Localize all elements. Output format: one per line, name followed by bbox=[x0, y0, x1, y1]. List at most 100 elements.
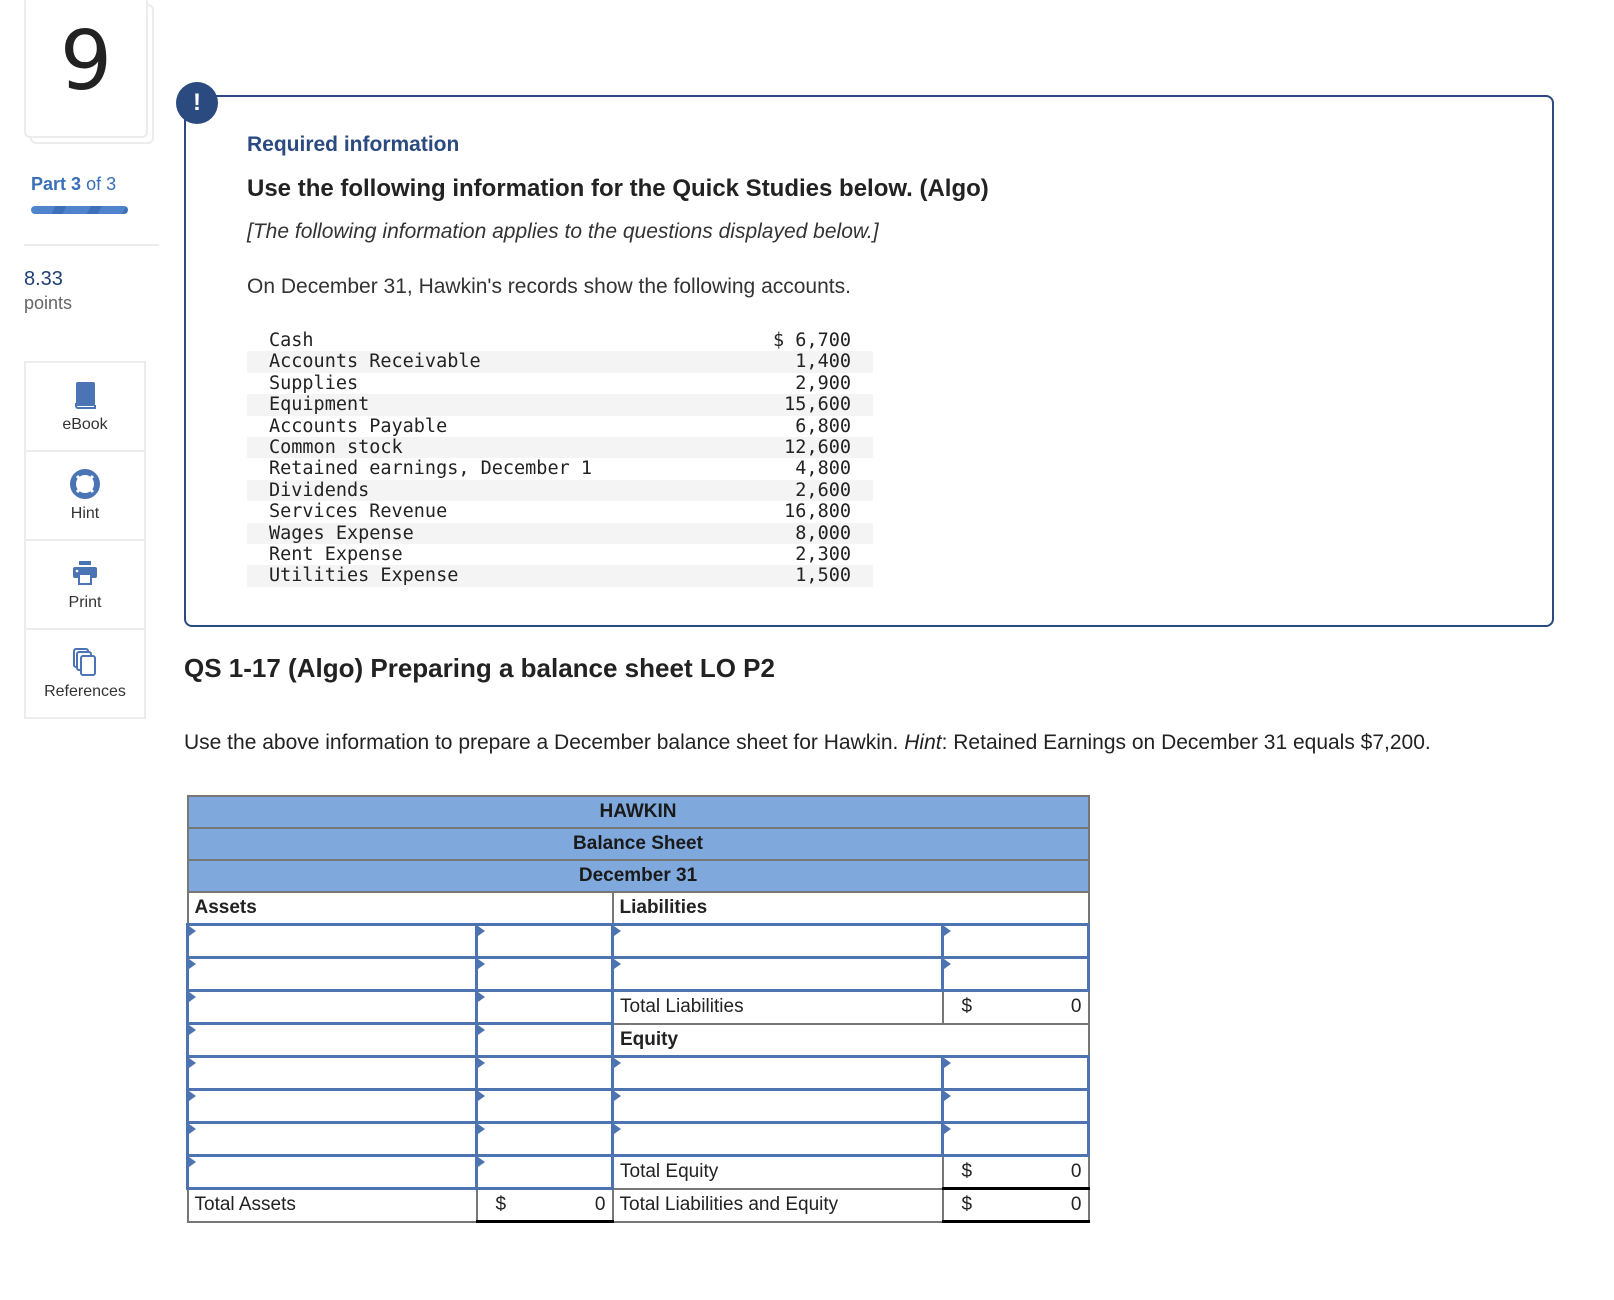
total-liabilities-equity-value: $0 bbox=[941, 1187, 1090, 1223]
question-title: QS 1-17 (Algo) Preparing a balance sheet… bbox=[184, 653, 775, 683]
account-row: Supplies 2,900 bbox=[247, 373, 873, 394]
total-assets-value: $0 bbox=[475, 1187, 614, 1223]
account-row: Services Revenue 16,800 bbox=[247, 501, 873, 522]
print-label: Print bbox=[68, 593, 102, 611]
asset-amount-input-1[interactable] bbox=[478, 926, 611, 956]
account-name: Utilities Expense bbox=[269, 565, 459, 587]
asset-name-cell[interactable] bbox=[186, 1055, 478, 1091]
part-progress-bar bbox=[31, 206, 128, 214]
total-assets-currency: $ bbox=[495, 1194, 507, 1215]
liability-name-input-1[interactable] bbox=[614, 926, 941, 956]
ebook-label: eBook bbox=[62, 415, 108, 433]
account-row: Retained earnings, December 1 4,800 bbox=[247, 458, 873, 479]
liability-amount-cell[interactable] bbox=[941, 956, 1090, 992]
asset-amount-input-2[interactable] bbox=[478, 959, 611, 989]
asset-amount-input-6[interactable] bbox=[478, 1091, 611, 1121]
accounts-table: Cash $ 6,700 Accounts Receivable 1,400 Suppl… bbox=[247, 330, 873, 587]
total-assets-amount: 0 bbox=[594, 1194, 606, 1215]
asset-name-input-1[interactable] bbox=[189, 926, 475, 956]
asset-name-cell[interactable] bbox=[186, 956, 478, 992]
total-equity-value: $0 bbox=[941, 1154, 1090, 1190]
account-row: Wages Expense 8,000 bbox=[247, 522, 873, 545]
account-amount: 2,300 bbox=[795, 544, 851, 566]
liability-name-cell[interactable] bbox=[611, 956, 944, 992]
asset-name-input-3[interactable] bbox=[189, 992, 475, 1022]
rail-divider bbox=[24, 244, 159, 246]
total-liabilities-currency: $ bbox=[961, 996, 973, 1018]
equity-name-input-3[interactable] bbox=[614, 1124, 941, 1154]
asset-amount-input-3[interactable] bbox=[478, 992, 611, 1022]
lifebuoy-icon bbox=[70, 468, 100, 499]
hint-label: Hint bbox=[70, 504, 100, 522]
asset-amount-cell[interactable] bbox=[475, 1088, 614, 1124]
references-button[interactable]: References bbox=[26, 630, 144, 717]
account-row: Equipment 15,600 bbox=[247, 394, 873, 416]
liability-amount-cell[interactable] bbox=[941, 923, 1090, 959]
equity-amount-input-3[interactable] bbox=[944, 1124, 1087, 1154]
account-name: Supplies bbox=[269, 372, 359, 394]
total-liabilities-value: $0 bbox=[941, 989, 1090, 1025]
asset-amount-cell[interactable] bbox=[475, 1055, 614, 1091]
asset-amount-cell[interactable] bbox=[475, 1154, 614, 1190]
account-row: Common stock 12,600 bbox=[247, 437, 873, 459]
part-indicator: Part 3 of 3 bbox=[31, 174, 116, 195]
ebook-button[interactable]: eBook bbox=[26, 363, 144, 452]
asset-amount-input-5[interactable] bbox=[478, 1058, 611, 1088]
liability-name-input-2[interactable] bbox=[614, 959, 941, 989]
print-button[interactable]: Print bbox=[26, 541, 144, 630]
asset-name-input-6[interactable] bbox=[189, 1091, 475, 1121]
asset-amount-cell[interactable] bbox=[475, 989, 614, 1025]
equity-name-input-1[interactable] bbox=[614, 1058, 941, 1088]
asset-amount-cell[interactable] bbox=[475, 956, 614, 992]
printer-icon bbox=[73, 560, 97, 585]
total-liabilities-equity-label: Total Liabilities and Equity bbox=[611, 1187, 944, 1223]
asset-name-input-2[interactable] bbox=[189, 959, 475, 989]
asset-amount-input-7[interactable] bbox=[478, 1124, 611, 1154]
account-amount: 16,800 bbox=[784, 501, 851, 523]
account-name: Wages Expense bbox=[269, 522, 414, 544]
asset-name-cell[interactable] bbox=[186, 1121, 478, 1157]
equity-name-cell[interactable] bbox=[611, 1121, 944, 1157]
liability-amount-input-2[interactable] bbox=[944, 959, 1087, 989]
liability-name-cell[interactable] bbox=[611, 923, 944, 959]
total-equity-amount: 0 bbox=[1070, 1161, 1082, 1182]
bs-date: December 31 bbox=[186, 859, 1090, 893]
equity-amount-cell[interactable] bbox=[941, 1055, 1090, 1091]
account-name: Cash bbox=[269, 330, 314, 351]
asset-name-cell[interactable] bbox=[186, 1154, 478, 1190]
account-amount: 4,800 bbox=[795, 458, 851, 480]
balance-sheet-table: HAWKIN Balance Sheet December 31 Assets … bbox=[186, 795, 1090, 1223]
points-label: points bbox=[24, 293, 73, 313]
asset-amount-cell[interactable] bbox=[475, 923, 614, 959]
account-row: Cash $ 6,700 bbox=[247, 330, 873, 351]
prompt-text-before: Use the above information to prepare a D… bbox=[184, 731, 905, 754]
hint-button[interactable]: Hint bbox=[26, 452, 144, 541]
equity-amount-input-2[interactable] bbox=[944, 1091, 1087, 1121]
account-amount: 8,000 bbox=[795, 522, 851, 544]
equity-amount-cell[interactable] bbox=[941, 1088, 1090, 1124]
asset-name-input-8[interactable] bbox=[189, 1157, 475, 1187]
liability-amount-input-1[interactable] bbox=[944, 926, 1087, 956]
equity-header: Equity bbox=[611, 1022, 1090, 1058]
asset-amount-cell[interactable] bbox=[475, 1022, 614, 1058]
asset-name-input-4[interactable] bbox=[189, 1025, 475, 1055]
asset-amount-input-4[interactable] bbox=[478, 1025, 611, 1055]
asset-name-cell[interactable] bbox=[186, 1088, 478, 1124]
question-number-face: 9 bbox=[24, 0, 148, 138]
account-amount: 12,600 bbox=[784, 437, 851, 459]
asset-name-input-5[interactable] bbox=[189, 1058, 475, 1088]
asset-name-cell[interactable] bbox=[186, 923, 478, 959]
equity-name-input-2[interactable] bbox=[614, 1091, 941, 1121]
asset-amount-cell[interactable] bbox=[475, 1121, 614, 1157]
asset-name-cell[interactable] bbox=[186, 1022, 478, 1058]
total-equity-currency: $ bbox=[961, 1161, 973, 1182]
asset-amount-input-8[interactable] bbox=[478, 1157, 611, 1187]
equity-amount-input-1[interactable] bbox=[944, 1058, 1087, 1088]
equity-name-cell[interactable] bbox=[611, 1088, 944, 1124]
asset-name-cell[interactable] bbox=[186, 989, 478, 1025]
account-row: Utilities Expense 1,500 bbox=[247, 565, 873, 587]
asset-name-input-7[interactable] bbox=[189, 1124, 475, 1154]
account-amount: 15,600 bbox=[784, 394, 851, 416]
equity-amount-cell[interactable] bbox=[941, 1121, 1090, 1157]
equity-name-cell[interactable] bbox=[611, 1055, 944, 1091]
